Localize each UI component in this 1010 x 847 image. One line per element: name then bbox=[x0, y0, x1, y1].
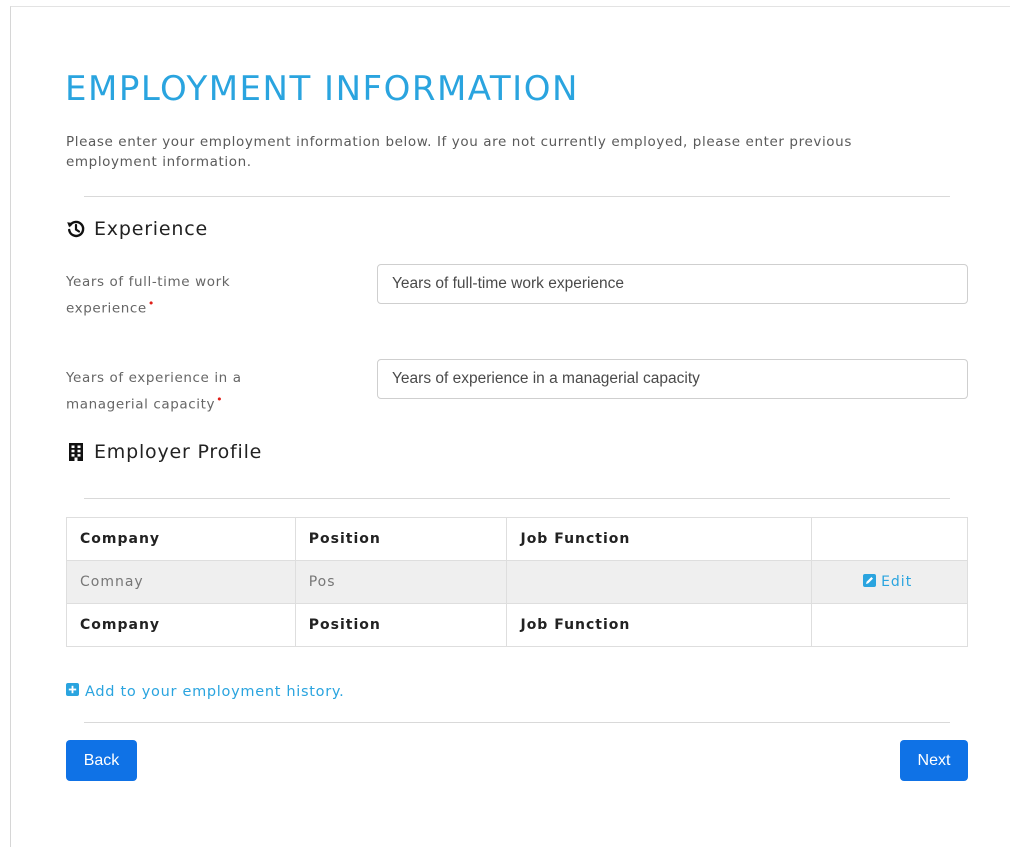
edit-icon bbox=[863, 573, 877, 591]
required-marker: • bbox=[216, 393, 224, 406]
plus-square-icon bbox=[66, 683, 79, 700]
managerial-experience-input[interactable] bbox=[377, 359, 968, 399]
full-time-experience-input[interactable] bbox=[377, 264, 968, 304]
table-row: Comnay Pos Edit bbox=[66, 560, 968, 604]
column-header-position: Position bbox=[294, 517, 508, 561]
footer-actions bbox=[811, 603, 968, 647]
employer-profile-heading: Employer Profile bbox=[66, 441, 262, 463]
column-header-job-function: Job Function bbox=[506, 517, 813, 561]
cell-company: Comnay bbox=[66, 560, 296, 604]
experience-heading: Experience bbox=[66, 218, 208, 240]
cell-actions: Edit bbox=[811, 560, 968, 604]
edit-link-label: Edit bbox=[881, 574, 913, 590]
intro-text: Please enter your employment information… bbox=[66, 134, 852, 170]
add-employment-link[interactable]: Add to your employment history. bbox=[66, 683, 344, 700]
cell-position: Pos bbox=[294, 560, 508, 604]
divider-employer bbox=[84, 498, 950, 499]
divider-bottom bbox=[84, 722, 950, 723]
next-button[interactable]: Next bbox=[900, 740, 968, 781]
column-header-company: Company bbox=[66, 517, 296, 561]
required-marker: • bbox=[147, 297, 155, 310]
table-footer-row: Company Position Job Function bbox=[66, 603, 968, 647]
add-employment-link-label: Add to your employment history. bbox=[85, 683, 345, 700]
footer-company: Company bbox=[66, 603, 296, 647]
page-title: EMPLOYMENT INFORMATION bbox=[65, 69, 579, 109]
managerial-experience-label: Years of experience in a managerial capa… bbox=[66, 368, 316, 416]
cell-job-function bbox=[506, 560, 813, 604]
employer-profile-heading-label: Employer Profile bbox=[94, 441, 263, 463]
table-header-row: Company Position Job Function bbox=[66, 517, 968, 561]
column-header-actions bbox=[811, 517, 968, 561]
footer-job-function: Job Function bbox=[506, 603, 813, 647]
managerial-experience-label-text: Years of experience in a managerial capa… bbox=[66, 370, 242, 413]
back-button[interactable]: Back bbox=[66, 740, 137, 781]
edit-link[interactable]: Edit bbox=[863, 573, 913, 591]
history-icon bbox=[66, 219, 86, 239]
employment-table: Company Position Job Function Comnay Pos… bbox=[66, 517, 968, 647]
footer-position: Position bbox=[294, 603, 508, 647]
full-time-experience-label-text: Years of full-time work experience bbox=[66, 274, 231, 317]
experience-heading-label: Experience bbox=[94, 218, 208, 240]
full-time-experience-label: Years of full-time work experience• bbox=[66, 272, 316, 320]
divider-top bbox=[84, 196, 950, 197]
building-icon bbox=[66, 442, 86, 462]
